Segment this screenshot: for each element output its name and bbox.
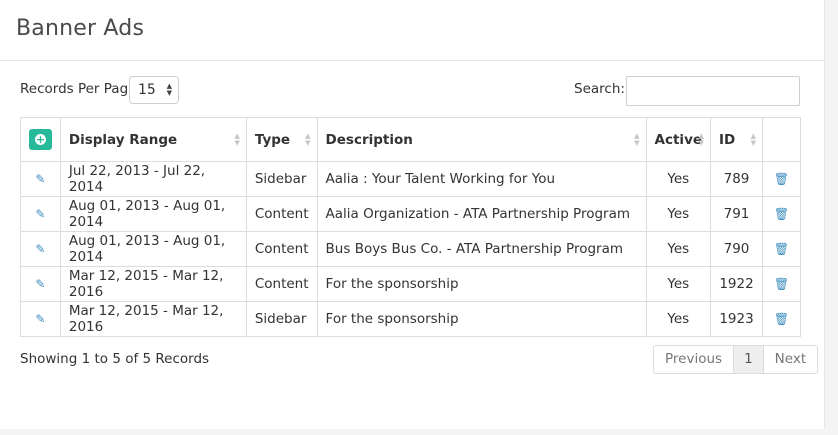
table-row: ✎ Mar 12, 2015 - Mar 12, 2016 Sidebar Fo… — [20, 301, 801, 337]
header-id[interactable]: ID ▲ ▼ — [710, 117, 764, 162]
description-cell: Aalia : Your Talent Working for You — [316, 161, 647, 197]
trash-icon[interactable]: 🗑 — [774, 277, 789, 291]
edit-icon[interactable]: ✎ — [35, 277, 45, 291]
display-range-cell: Mar 12, 2015 - Mar 12, 2016 — [59, 266, 247, 302]
type-cell: Sidebar — [245, 301, 318, 337]
trash-icon[interactable]: 🗑 — [774, 207, 789, 221]
previous-page-button[interactable]: Previous — [654, 346, 733, 373]
select-arrows-icon: ▲ ▼ — [166, 82, 172, 97]
per-page-value: 15 — [138, 82, 156, 98]
active-cell: Yes — [645, 161, 712, 197]
active-cell: Yes — [645, 301, 712, 337]
header-type[interactable]: Type ▲ ▼ — [245, 117, 318, 162]
description-cell: Bus Boys Bus Co. - ATA Partnership Progr… — [316, 231, 647, 267]
delete-cell[interactable]: 🗑 — [762, 161, 801, 197]
sort-icon: ▲ ▼ — [698, 132, 705, 147]
type-cell: Content — [245, 266, 318, 302]
delete-cell[interactable]: 🗑 — [762, 301, 801, 337]
table-header-row: + Display Range ▲ ▼ Type ▲ ▼ Description ▲… — [20, 117, 801, 162]
sort-icon: ▲ ▼ — [634, 132, 640, 147]
delete-cell[interactable]: 🗑 — [762, 231, 801, 267]
edit-cell[interactable]: ✎ — [20, 301, 61, 337]
edit-cell[interactable]: ✎ — [20, 266, 61, 302]
sort-icon: ▲ ▼ — [234, 132, 240, 147]
edit-icon[interactable]: ✎ — [35, 172, 45, 186]
sort-icon: ▲ ▼ — [305, 132, 311, 147]
description-cell: For the sponsorship — [316, 301, 647, 337]
header-active[interactable]: Active ▲ ▼ — [645, 117, 712, 162]
id-cell: 791 — [710, 196, 764, 232]
panel-header: Banner Ads — [0, 0, 824, 61]
edit-icon[interactable]: ✎ — [35, 312, 45, 326]
banner-ads-panel: Banner Ads Records Per Page 15 ▲ ▼ Search… — [0, 0, 825, 429]
page-title: Banner Ads — [16, 16, 145, 41]
next-page-button[interactable]: Next — [764, 346, 817, 373]
active-cell: Yes — [645, 231, 712, 267]
add-column-header: + — [20, 117, 61, 162]
id-cell: 1922 — [710, 266, 764, 302]
delete-cell[interactable]: 🗑 — [762, 266, 801, 302]
records-per-page-label: Records Per Page — [20, 81, 137, 97]
display-range-cell: Aug 01, 2013 - Aug 01, 2014 — [59, 231, 247, 267]
active-cell: Yes — [645, 196, 712, 232]
sort-icon: ▲ ▼ — [750, 132, 757, 147]
id-cell: 789 — [710, 161, 764, 197]
trash-icon[interactable]: 🗑 — [774, 312, 789, 326]
type-cell: Sidebar — [245, 161, 318, 197]
display-range-cell: Aug 01, 2013 - Aug 01, 2014 — [59, 196, 247, 232]
active-cell: Yes — [645, 266, 712, 302]
page-1-button[interactable]: 1 — [733, 346, 764, 373]
search-input[interactable] — [626, 76, 800, 106]
trash-icon[interactable]: 🗑 — [774, 172, 789, 186]
header-display-range[interactable]: Display Range ▲ ▼ — [59, 117, 247, 162]
records-per-page-select[interactable]: 15 ▲ ▼ — [129, 76, 179, 104]
trash-icon[interactable]: 🗑 — [774, 242, 789, 256]
id-cell: 790 — [710, 231, 764, 267]
type-cell: Content — [245, 196, 318, 232]
search-label: Search: — [574, 81, 625, 97]
display-range-cell: Jul 22, 2013 - Jul 22, 2014 — [59, 161, 247, 197]
records-info: Showing 1 to 5 of 5 Records — [20, 351, 210, 367]
table-row: ✎ Aug 01, 2013 - Aug 01, 2014 Content Bu… — [20, 231, 801, 267]
edit-cell[interactable]: ✎ — [20, 161, 61, 197]
header-actions — [762, 117, 801, 162]
add-banner-button[interactable]: + — [28, 129, 52, 150]
header-description[interactable]: Description ▲ ▼ — [316, 117, 647, 162]
plus-circle-icon: + — [34, 132, 46, 146]
banner-ads-table: + Display Range ▲ ▼ Type ▲ ▼ Description ▲… — [20, 117, 801, 337]
pagination: Previous 1 Next — [653, 345, 819, 374]
type-cell: Content — [245, 231, 318, 267]
edit-icon[interactable]: ✎ — [35, 207, 45, 221]
table-row: ✎ Aug 01, 2013 - Aug 01, 2014 Content Aa… — [20, 196, 801, 232]
description-cell: For the sponsorship — [316, 266, 647, 302]
description-cell: Aalia Organization - ATA Partnership Pro… — [316, 196, 647, 232]
delete-cell[interactable]: 🗑 — [762, 196, 801, 232]
id-cell: 1923 — [710, 301, 764, 337]
edit-cell[interactable]: ✎ — [20, 196, 61, 232]
edit-icon[interactable]: ✎ — [35, 242, 45, 256]
edit-cell[interactable]: ✎ — [20, 231, 61, 267]
table-row: ✎ Mar 12, 2015 - Mar 12, 2016 Content Fo… — [20, 266, 801, 302]
table-row: ✎ Jul 22, 2013 - Jul 22, 2014 Sidebar Aa… — [20, 161, 801, 197]
display-range-cell: Mar 12, 2015 - Mar 12, 2016 — [59, 301, 247, 337]
